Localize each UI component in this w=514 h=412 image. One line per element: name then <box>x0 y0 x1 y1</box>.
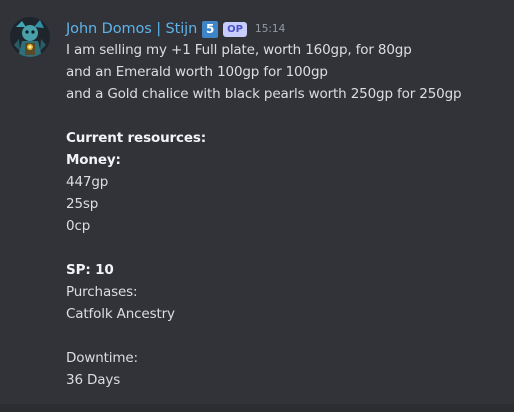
money-gold: 447gp <box>66 174 109 190</box>
level-badge[interactable]: 5 <box>202 20 219 38</box>
money-heading: Money: <box>66 152 121 168</box>
message-content: I am selling my +1 Full plate, worth 160… <box>66 39 506 391</box>
downtime-value: 36 Days <box>66 372 121 388</box>
sp-heading: SP: 10 <box>66 262 114 278</box>
purchase-item: Catfolk Ancestry <box>66 306 175 322</box>
message-divider <box>0 404 514 412</box>
money-copper: 0cp <box>66 218 91 234</box>
message-line <box>66 105 506 127</box>
message-header: John Domos | Stijn 5 OP 15:14 <box>66 19 285 39</box>
author-name[interactable]: John Domos | Stijn <box>66 21 197 37</box>
downtime-label: Downtime: <box>66 350 138 366</box>
user-avatar[interactable] <box>10 17 50 57</box>
message-timestamp[interactable]: 15:14 <box>255 23 285 35</box>
chat-message: John Domos | Stijn 5 OP 15:14 I am selli… <box>0 0 514 404</box>
money-silver: 25sp <box>66 196 99 212</box>
purchases-label: Purchases: <box>66 284 138 300</box>
op-badge: OP <box>223 21 248 37</box>
character-avatar-icon <box>10 17 50 57</box>
message-line: and an Emerald worth 100gp for 100gp <box>66 64 328 80</box>
message-line <box>66 237 506 259</box>
message-line: I am selling my +1 Full plate, worth 160… <box>66 42 412 58</box>
message-line: and a Gold chalice with black pearls wor… <box>66 86 462 102</box>
resources-heading: Current resources: <box>66 130 207 146</box>
message-line <box>66 325 506 347</box>
